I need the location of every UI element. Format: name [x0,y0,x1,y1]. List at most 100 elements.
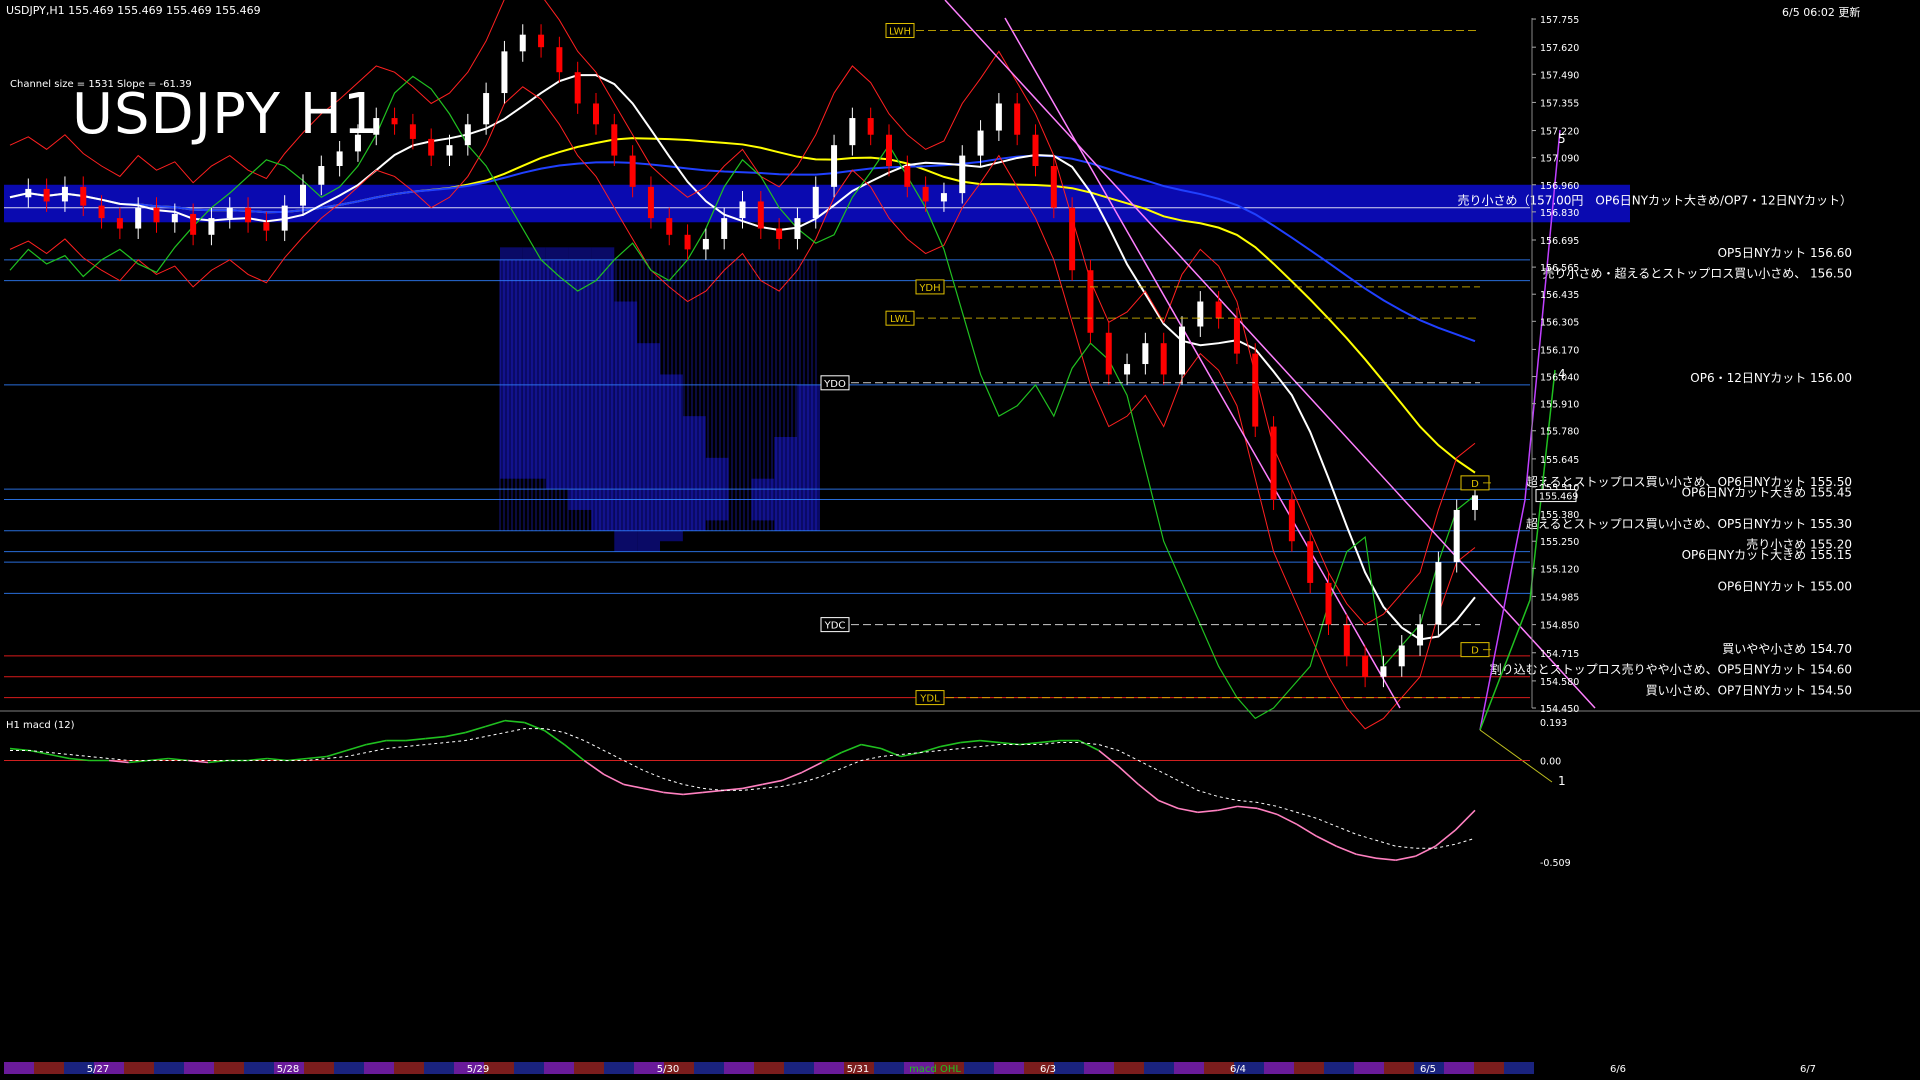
candle-body [336,151,343,167]
price-tick-label: 154.715 [1540,649,1579,660]
price-tick-label: 155.120 [1540,564,1579,575]
level-marker-label: LWH [889,27,911,38]
candle-body [116,218,123,229]
level-marker-label: LWL [890,314,911,325]
time-bar-segment [694,1062,724,1074]
time-tick-label: 6/3 [1040,1064,1056,1075]
page-title: USDJPY H1 [72,82,380,147]
candle-body [1343,624,1350,656]
price-level-label: 売り小さめ・超えるとストップロス買い小さめ、 156.50 [1543,266,1852,281]
price-tick-label: 157.220 [1540,127,1579,138]
candle-body [135,207,142,229]
candle-body [1435,562,1442,625]
candle-body [43,188,50,202]
price-tick-label: 154.985 [1540,592,1579,603]
candle-body [519,34,526,52]
candle-body [794,218,801,239]
candle-body [190,213,197,235]
kumo-segment [660,374,683,542]
price-tick-label: 156.695 [1540,236,1579,247]
macd-tick-label: 0.00 [1540,756,1561,767]
macd-title: H1 macd (12) [6,720,75,731]
time-tick-label: 6/7 [1800,1064,1816,1075]
time-tick-label: 5/31 [847,1064,869,1075]
candle-body [1142,343,1149,365]
price-level-label: OP6日NYカット大きめ 155.15 [1682,548,1852,562]
time-bar-segment [244,1062,274,1074]
price-tick-label: 155.380 [1540,510,1579,521]
candle-body [501,51,508,94]
kumo-segment [545,247,569,490]
time-bar-segment [1354,1062,1384,1074]
price-level-label: 買い小さめ、OP7日NYカット 154.50 [1646,684,1852,698]
time-bar-segment [604,1062,634,1074]
price-tick-label: 156.435 [1540,290,1579,301]
candle-body [995,103,1002,131]
time-tick-label: 5/27 [87,1064,109,1075]
time-bar-segment [814,1062,844,1074]
kumo-segment [522,247,546,479]
candle-body [739,201,746,219]
time-bar-segment [754,1062,784,1074]
time-tick-label: 6/5 [1420,1064,1436,1075]
candle-body [702,238,709,250]
time-tick-label: 5/28 [277,1064,299,1075]
candle-body [409,124,416,139]
candle-body [757,201,764,229]
price-tick-label: 154.850 [1540,621,1579,632]
kumo-segment [774,437,798,531]
candle-body [867,118,874,135]
kumo-segment [500,247,523,479]
price-tick-label: 157.755 [1540,15,1579,26]
price-tick-label: 155.780 [1540,427,1579,438]
candle-body [574,72,581,104]
time-bar-segment [304,1062,334,1074]
candle-body [300,184,306,206]
candle-body [318,166,325,185]
candle-body [1398,645,1405,667]
time-bar-segment [544,1062,574,1074]
candle-body [208,218,215,235]
candle-body [922,186,929,202]
time-bar-segment [1504,1062,1534,1074]
candle-body [831,145,838,187]
price-tick-label: 155.250 [1540,537,1579,548]
current-price-label: 155.469 [1539,492,1578,503]
candle-body [977,130,984,156]
price-tick-label: 154.580 [1540,677,1579,688]
time-bar-segment [1294,1062,1324,1074]
symbol-info: USDJPY,H1 155.469 155.469 155.469 155.46… [6,4,261,17]
price-tick-label: 157.355 [1540,98,1579,109]
candle-body [428,138,435,156]
candle-body [776,228,783,239]
price-level-label: OP6日NYカット 155.00 [1718,579,1852,593]
time-bar-segment [1324,1062,1354,1074]
candle-body [281,205,288,231]
time-bar-segment [124,1062,154,1074]
time-bar-segment [724,1062,754,1074]
wave-label-1: 1 [1558,774,1566,788]
candle-body [1233,318,1240,354]
candle-body [1362,655,1369,677]
candle-body [1270,426,1277,500]
time-bar-segment [334,1062,364,1074]
candle-body [684,234,691,250]
update-datetime: 6/5 06:02 更新 [1782,6,1861,19]
time-bar-segment [1474,1062,1504,1074]
price-tick-label: 156.830 [1540,208,1579,219]
candle-body [1032,134,1039,167]
candle-body [721,218,728,239]
time-bar-segment [994,1062,1024,1074]
candle-body [666,218,673,235]
time-bar-segment [1084,1062,1114,1074]
candle-body [1105,332,1112,375]
price-level-label: 買いやや小さめ 154.70 [1722,642,1852,656]
candle-body [446,145,453,156]
candle-body [538,34,545,48]
level-marker-label: YDC [824,621,846,632]
level-marker-label: YDH [918,283,940,294]
candle-body [959,155,966,194]
candle-body [1124,364,1131,375]
candle-body [647,186,654,219]
time-bar-segment [1444,1062,1474,1074]
